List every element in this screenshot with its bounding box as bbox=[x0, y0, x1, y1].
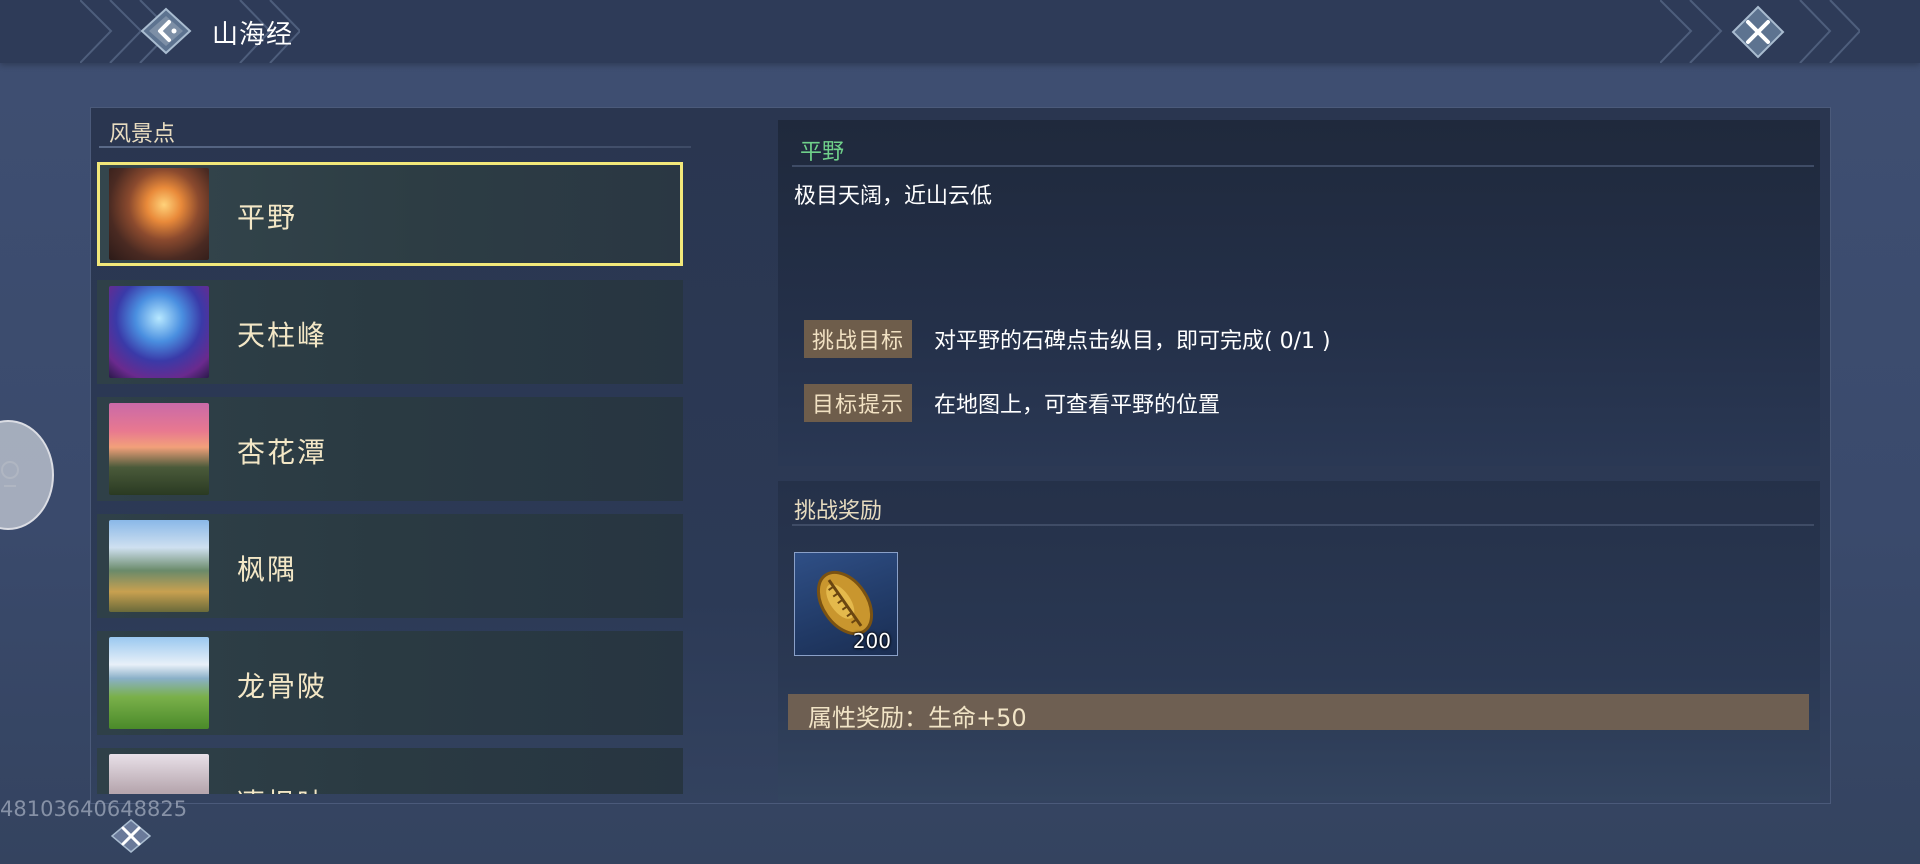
spot-thumbnail bbox=[109, 403, 209, 495]
reward-section: 挑战奖励 200 属性奖励：生命+50 bbox=[778, 481, 1820, 801]
reward-quantity: 200 bbox=[852, 629, 891, 653]
detail-description: 极目天阔，近山云低 bbox=[794, 184, 993, 209]
spot-label: 凄枫映 bbox=[237, 782, 327, 794]
main-panel: 风景点 平野 天柱峰 杏花潭 枫隅 龙骨陂 凄枫映 平野 极目天 bbox=[90, 107, 1831, 804]
back-button[interactable] bbox=[136, 6, 196, 56]
list-item-spot[interactable]: 平野 bbox=[97, 162, 683, 266]
close-button[interactable] bbox=[1730, 4, 1786, 60]
attribute-reward-bar: 属性奖励：生命+50 bbox=[788, 694, 1809, 732]
spot-label: 天柱峰 bbox=[237, 319, 328, 352]
list-header: 风景点 bbox=[109, 122, 176, 147]
spot-label: 枫隅 bbox=[237, 553, 298, 586]
reward-item-slot[interactable]: 200 bbox=[794, 552, 898, 656]
divider bbox=[99, 146, 691, 148]
goal-row: 挑战目标 对平野的石碑点击纵目，即可完成( 0/1 ) bbox=[804, 320, 1331, 358]
divider bbox=[792, 524, 1814, 526]
list-item-spot[interactable]: 枫隅 bbox=[97, 514, 683, 618]
list-item-spot[interactable]: 天柱峰 bbox=[97, 280, 683, 384]
page-title: 山海经 bbox=[212, 20, 294, 50]
scenic-spot-list[interactable]: 平野 天柱峰 杏花潭 枫隅 龙骨陂 凄枫映 bbox=[97, 156, 687, 794]
spot-thumbnail bbox=[109, 286, 209, 378]
watermark: 48103640648825 bbox=[0, 797, 188, 821]
spot-detail: 平野 极目天阔，近山云低 挑战目标 对平野的石碑点击纵目，即可完成( 0/1 )… bbox=[778, 120, 1820, 466]
spot-thumbnail bbox=[109, 637, 209, 729]
hint-tag: 目标提示 bbox=[804, 384, 913, 422]
chat-icon bbox=[1, 461, 19, 487]
goal-tag: 挑战目标 bbox=[804, 320, 913, 358]
bottom-close-button[interactable] bbox=[110, 818, 152, 854]
side-menu-button[interactable] bbox=[0, 420, 54, 530]
spot-thumbnail bbox=[109, 168, 209, 260]
close-icon bbox=[111, 819, 151, 853]
attribute-reward-text: 属性奖励：生命+50 bbox=[808, 704, 1027, 732]
top-bar: 山海经 bbox=[0, 0, 1920, 63]
hint-text: 在地图上，可查看平野的位置 bbox=[934, 393, 1221, 418]
spot-label: 平野 bbox=[237, 201, 298, 234]
close-icon bbox=[1731, 5, 1785, 59]
spot-thumbnail bbox=[109, 754, 209, 794]
list-item-spot[interactable]: 凄枫映 bbox=[97, 748, 683, 794]
list-item-spot[interactable]: 杏花潭 bbox=[97, 397, 683, 501]
hint-row: 目标提示 在地图上，可查看平野的位置 bbox=[804, 384, 1220, 422]
spot-thumbnail bbox=[109, 520, 209, 612]
spot-label: 龙骨陂 bbox=[237, 670, 328, 703]
divider bbox=[792, 165, 1814, 167]
spot-label: 杏花潭 bbox=[237, 436, 328, 469]
list-item-spot[interactable]: 龙骨陂 bbox=[97, 631, 683, 735]
back-arrow-icon bbox=[140, 7, 192, 55]
detail-title: 平野 bbox=[800, 140, 845, 165]
goal-text: 对平野的石碑点击纵目，即可完成( 0/1 ) bbox=[934, 329, 1331, 354]
reward-title: 挑战奖励 bbox=[794, 499, 883, 524]
